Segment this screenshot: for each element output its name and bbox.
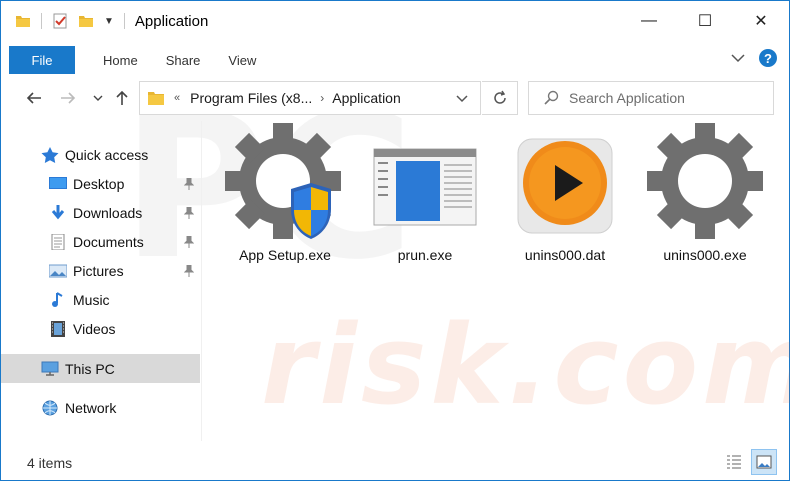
- chevron-down-icon: [93, 95, 103, 101]
- file-name: prun.exe: [397, 247, 453, 263]
- window-controls: — ☐ ✕: [621, 1, 789, 41]
- refresh-icon: [493, 90, 506, 104]
- file-name: App Setup.exe: [239, 247, 331, 263]
- expand-ribbon-icon[interactable]: [731, 53, 745, 63]
- large-icons-view-button[interactable]: [751, 449, 777, 475]
- folder-icon[interactable]: [15, 13, 31, 29]
- folder-icon: [148, 92, 164, 105]
- breadcrumb-arrow-icon[interactable]: ›: [320, 91, 324, 105]
- ribbon-tabs: File Home Share View ?: [1, 45, 789, 75]
- window-title: Application: [134, 12, 209, 30]
- pin-icon[interactable]: [184, 206, 194, 219]
- sidebar-item-videos[interactable]: Videos: [1, 314, 200, 343]
- breadcrumb-application[interactable]: Application: [332, 90, 401, 106]
- sidebar-item-music[interactable]: Music: [1, 285, 200, 314]
- pictures-icon: [49, 264, 67, 277]
- desktop-icon: [49, 176, 67, 189]
- refresh-button[interactable]: [482, 81, 518, 115]
- pane-divider[interactable]: [201, 121, 202, 441]
- minimize-button[interactable]: —: [621, 1, 677, 41]
- quick-access-toolbar: ▼: [15, 13, 120, 29]
- sidebar-item-quick-access[interactable]: Quick access: [1, 140, 200, 169]
- search-icon: [544, 90, 559, 105]
- view-toggle: [717, 449, 777, 475]
- forward-arrow-icon: [61, 92, 76, 104]
- sidebar-label: Videos: [73, 320, 116, 337]
- item-count: 4 items: [27, 455, 73, 471]
- pin-icon[interactable]: [184, 177, 194, 190]
- sidebar-label: Music: [73, 291, 110, 308]
- downloads-icon: [51, 204, 65, 219]
- window-app-icon: [365, 123, 485, 243]
- videos-icon: [51, 320, 65, 337]
- search-box[interactable]: Search Application: [528, 81, 774, 115]
- sidebar-label: Desktop: [73, 175, 125, 192]
- properties-icon[interactable]: [52, 13, 68, 29]
- breadcrumb-program-files[interactable]: Program Files (x8...: [190, 90, 312, 106]
- details-view-icon: [727, 455, 741, 469]
- forward-button[interactable]: [57, 87, 79, 109]
- music-icon: [52, 291, 63, 307]
- address-dropdown-icon[interactable]: [456, 95, 468, 103]
- sidebar-label: Downloads: [73, 204, 143, 221]
- ribbon-right: ?: [731, 49, 777, 67]
- sidebar-item-desktop[interactable]: Desktop: [1, 169, 200, 198]
- close-button[interactable]: ✕: [733, 1, 789, 41]
- gear-shield-icon: [225, 123, 345, 243]
- breadcrumb-overflow[interactable]: «: [174, 92, 180, 104]
- up-button[interactable]: [111, 87, 133, 109]
- toolbar-separator: [41, 13, 42, 29]
- address-bar[interactable]: « Program Files (x8... › Application: [139, 81, 481, 115]
- recent-locations-button[interactable]: [87, 87, 109, 109]
- search-input[interactable]: Search Application: [569, 90, 685, 106]
- network-icon: [42, 400, 58, 415]
- explorer-window: PC risk.com ▼ Application — ☐ ✕ File Hom…: [0, 0, 790, 481]
- new-folder-icon[interactable]: [78, 13, 94, 29]
- tab-file[interactable]: File: [9, 46, 75, 74]
- sidebar-label: Documents: [73, 233, 144, 250]
- sidebar-item-downloads[interactable]: Downloads: [1, 198, 200, 227]
- file-view: App Setup.exe prun.exe unins000.dat unin…: [203, 121, 789, 441]
- file-item[interactable]: unins000.dat: [505, 123, 625, 263]
- tab-home[interactable]: Home: [103, 53, 138, 68]
- sidebar-item-this-pc[interactable]: This PC: [1, 354, 200, 383]
- gear-icon: [645, 123, 765, 243]
- details-view-button[interactable]: [721, 449, 747, 475]
- file-item[interactable]: unins000.exe: [645, 123, 765, 263]
- customize-toolbar-icon[interactable]: ▼: [104, 16, 114, 27]
- up-arrow-icon: [116, 90, 128, 105]
- file-item[interactable]: App Setup.exe: [225, 123, 345, 263]
- file-name: unins000.dat: [524, 247, 606, 263]
- sidebar-item-documents[interactable]: Documents: [1, 227, 200, 256]
- file-item[interactable]: prun.exe: [365, 123, 485, 263]
- navigation-pane: Quick access Desktop Downloads Documents…: [1, 121, 201, 441]
- back-arrow-icon: [26, 92, 41, 104]
- computer-icon: [41, 361, 59, 376]
- title-separator: [123, 13, 125, 29]
- sidebar-item-pictures[interactable]: Pictures: [1, 256, 200, 285]
- file-name: unins000.exe: [663, 247, 747, 263]
- pin-icon[interactable]: [184, 264, 194, 277]
- status-bar: 4 items: [1, 445, 789, 481]
- large-icons-view-icon: [756, 455, 772, 469]
- documents-icon: [51, 233, 65, 250]
- pin-icon[interactable]: [184, 235, 194, 248]
- back-button[interactable]: [23, 87, 45, 109]
- help-button[interactable]: ?: [759, 49, 777, 67]
- tab-share[interactable]: Share: [166, 53, 201, 68]
- navigation-row: « Program Files (x8... › Application Sea…: [1, 79, 789, 117]
- maximize-button[interactable]: ☐: [677, 1, 733, 41]
- sidebar-item-network[interactable]: Network: [1, 393, 200, 422]
- sidebar-label: Quick access: [65, 146, 149, 163]
- title-bar: ▼ Application — ☐ ✕: [1, 1, 789, 41]
- tab-view[interactable]: View: [228, 53, 256, 68]
- star-icon: [41, 146, 59, 163]
- sidebar-label: Pictures: [73, 262, 124, 279]
- play-media-icon: [505, 123, 625, 243]
- sidebar-label: Network: [65, 399, 117, 416]
- sidebar-label: This PC: [65, 360, 115, 377]
